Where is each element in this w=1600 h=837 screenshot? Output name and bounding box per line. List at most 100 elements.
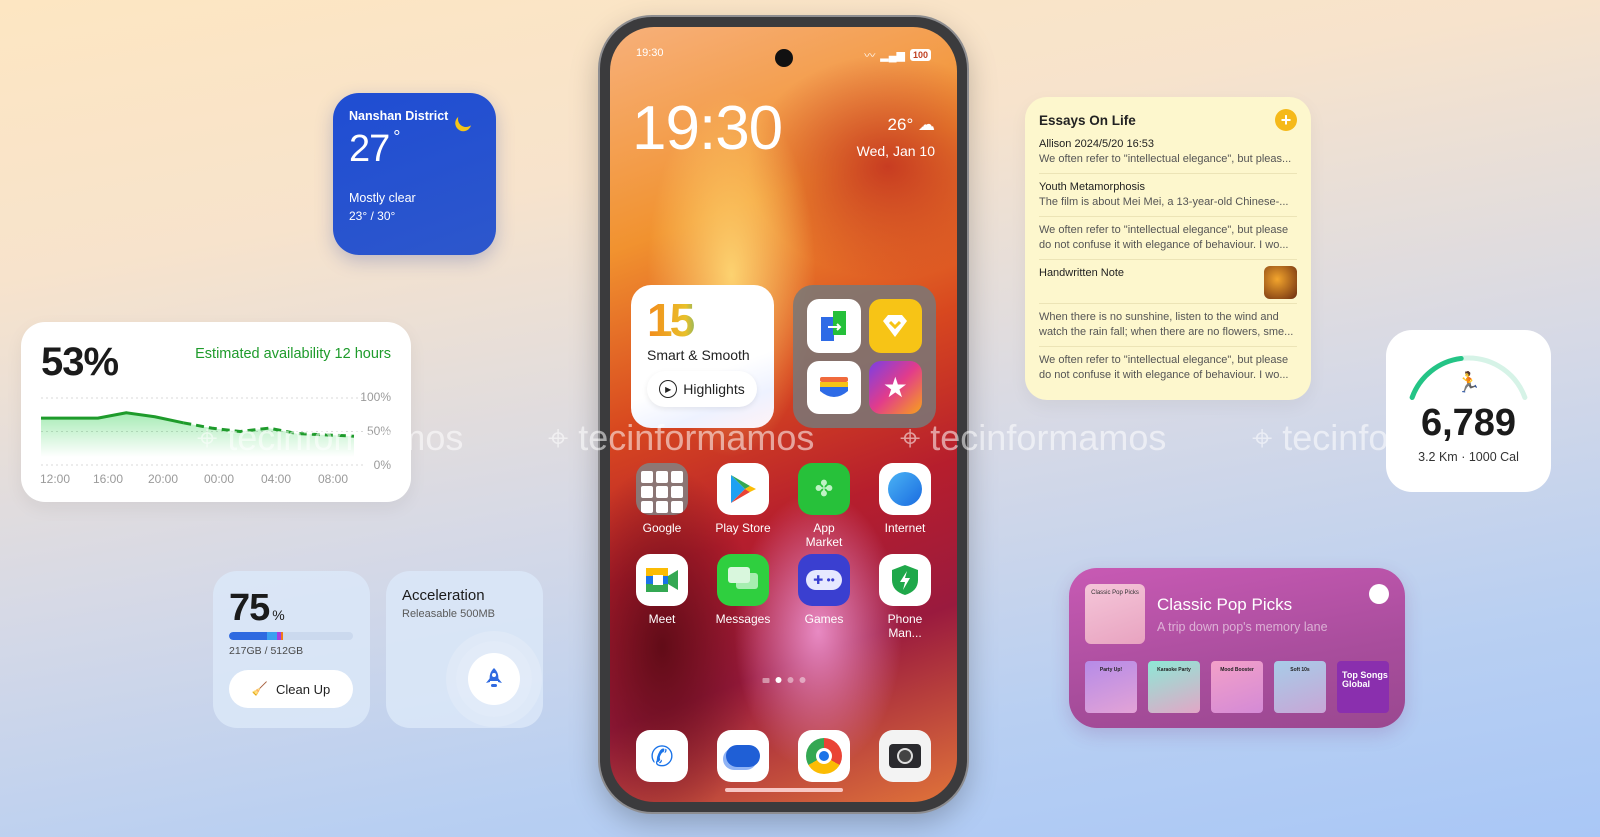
app-meet[interactable]: Meet — [632, 554, 692, 626]
dock-messages[interactable] — [713, 730, 773, 782]
add-note-button[interactable]: + — [1275, 109, 1297, 131]
app-games[interactable]: ✚ •• Games — [794, 554, 854, 626]
page-dot[interactable] — [799, 677, 805, 683]
page-indicator[interactable] — [762, 677, 805, 683]
wallet-icon — [807, 361, 861, 414]
note-item[interactable]: Allison 2024/5/20 16:53 We often refer to… — [1039, 131, 1297, 174]
acceleration-subtitle: Releasable 500MB — [402, 608, 495, 620]
clean-up-label: Clean Up — [275, 681, 331, 697]
play-icon: ▶ — [659, 380, 678, 398]
date: Wed, Jan 10 — [856, 143, 935, 159]
clock-weather[interactable]: 26° ☁ Wed, Jan 10 — [857, 115, 935, 159]
playlist-tile[interactable]: Party Up! — [1085, 661, 1137, 713]
app-google[interactable]: Google — [632, 463, 692, 535]
meet-icon — [636, 554, 688, 606]
battery-icon: 100 — [909, 49, 931, 61]
page-dot[interactable] — [775, 677, 781, 683]
page-dot[interactable] — [787, 677, 793, 683]
note-body: We often refer to "intellectual elegance… — [1039, 153, 1292, 165]
notes-widget[interactable]: Essays On Life + Allison 2024/5/20 16:53… — [1025, 97, 1311, 400]
app-folder[interactable]: ★ — [793, 285, 936, 428]
phone-weather-temp: 26° — [887, 115, 914, 134]
clean-up-button[interactable]: 🧹 Clean Up — [229, 670, 353, 708]
clone-phone-icon — [807, 299, 861, 353]
internet-icon — [879, 463, 931, 515]
premium-icon — [868, 299, 922, 353]
play-store-icon — [717, 463, 769, 515]
page-list-indicator[interactable] — [762, 677, 769, 683]
runner-icon: 🏃 — [1456, 372, 1481, 394]
chrome-icon — [798, 730, 850, 782]
storage-segment — [267, 632, 277, 640]
temperature-value: 27 — [349, 128, 390, 170]
app-play-store[interactable]: Play Store — [713, 463, 773, 535]
x-tick: 16:00 — [93, 472, 124, 486]
steps-widget[interactable]: 🏃 6,789 3.2 Km · 1000 Cal — [1386, 330, 1551, 492]
storage-widget[interactable]: 75% 217GB / 512GB 🧹 Clean Up — [213, 571, 370, 728]
storage-percent: 75% — [229, 587, 354, 630]
notes-title: Essays On Life — [1039, 112, 1136, 128]
wifi-icon: 〰 — [864, 50, 876, 62]
note-item[interactable]: When there is no sunshine, listen to the… — [1039, 304, 1297, 347]
note-body: We often refer to "intellectual elegance… — [1039, 224, 1289, 251]
status-icons: 〰 ▂▄▆ 100 — [864, 47, 931, 63]
app-phone-manager[interactable]: Phone Man... — [875, 554, 935, 640]
dock-chrome[interactable] — [794, 730, 854, 782]
storage-bar — [229, 632, 353, 640]
cover-label: Classic Pop Picks — [1091, 590, 1139, 596]
boost-button[interactable] — [468, 653, 520, 705]
playlist-description: A trip down pop's memory lane — [1157, 620, 1328, 634]
note-title: Youth Metamorphosis — [1039, 181, 1145, 193]
rocket-icon — [486, 668, 502, 687]
playlist-tile[interactable]: Karaoke Party — [1148, 661, 1200, 713]
signal-icon: ▂▄▆ — [880, 49, 905, 62]
promo-tagline: Smart & Smooth — [647, 347, 750, 363]
playlist-cover[interactable]: Classic Pop Picks — [1085, 584, 1145, 644]
x-tick: 04:00 — [261, 472, 292, 486]
note-item[interactable]: Handwritten Note — [1039, 260, 1297, 304]
app-label: Messages — [715, 612, 771, 626]
gallery-edit-icon: ★ — [868, 361, 922, 414]
note-item[interactable]: Youth Metamorphosis The film is about Mei… — [1039, 174, 1297, 217]
highlights-button[interactable]: ▶ Highlights — [647, 371, 757, 407]
app-market-icon: ✤ — [798, 463, 850, 515]
promo-widget[interactable]: 15 Smart & Smooth ▶ Highlights — [631, 285, 774, 428]
app-label: Games — [804, 612, 844, 626]
step-details: 3.2 Km · 1000 Cal — [1418, 450, 1519, 464]
app-label: Internet — [884, 521, 926, 535]
playlist-tile[interactable]: Mood Booster — [1211, 661, 1263, 713]
note-item[interactable]: We often refer to "intellectual elegance… — [1039, 217, 1297, 260]
weather-widget[interactable]: Nanshan District 27 ° Mostly clear 23° / … — [333, 93, 496, 255]
app-app-market[interactable]: ✤ App Market — [794, 463, 854, 549]
music-widget[interactable]: Classic Pop Picks Classic Pop Picks A tr… — [1069, 568, 1405, 728]
phone-manager-icon — [879, 554, 931, 606]
dock-phone[interactable]: ✆ — [632, 730, 692, 782]
playlist-label: Party Up! — [1099, 667, 1123, 673]
note-body: When there is no sunshine, listen to the… — [1039, 311, 1294, 338]
app-internet[interactable]: Internet — [875, 463, 935, 535]
clock[interactable]: 19:30 — [632, 93, 783, 164]
home-indicator[interactable] — [724, 788, 843, 792]
note-item[interactable]: We often refer to "intellectual elegance… — [1039, 347, 1297, 389]
camera-icon — [879, 730, 931, 782]
playlist-tile[interactable]: Top Songs Global — [1337, 661, 1389, 713]
games-icon: ✚ •• — [798, 554, 850, 606]
weather-range: 23° / 30° — [349, 209, 396, 223]
weather-condition: Mostly clear — [349, 191, 416, 205]
weather-temperature: 27 ° — [349, 127, 480, 171]
google-folder-icon — [636, 463, 688, 515]
app-label: Phone Man... — [887, 612, 923, 640]
playlist-tile[interactable]: Soft 10s — [1274, 661, 1326, 713]
x-tick: 00:00 — [204, 472, 235, 486]
front-camera — [774, 49, 793, 67]
playlist-label: Soft 10s — [1290, 667, 1310, 673]
app-messages[interactable]: Messages — [713, 554, 773, 626]
x-tick: 12:00 — [40, 472, 71, 486]
app-label: Play Store — [715, 521, 771, 535]
playlist-title: Classic Pop Picks — [1157, 595, 1293, 614]
acceleration-widget[interactable]: Acceleration Releasable 500MB — [386, 571, 543, 728]
playlist-label: Karaoke Party — [1157, 667, 1191, 673]
dock-camera[interactable] — [875, 730, 935, 782]
battery-widget[interactable]: 53% Estimated availability 12 hours 100%… — [21, 322, 411, 502]
notes-header: Essays On Life + — [1039, 109, 1297, 131]
